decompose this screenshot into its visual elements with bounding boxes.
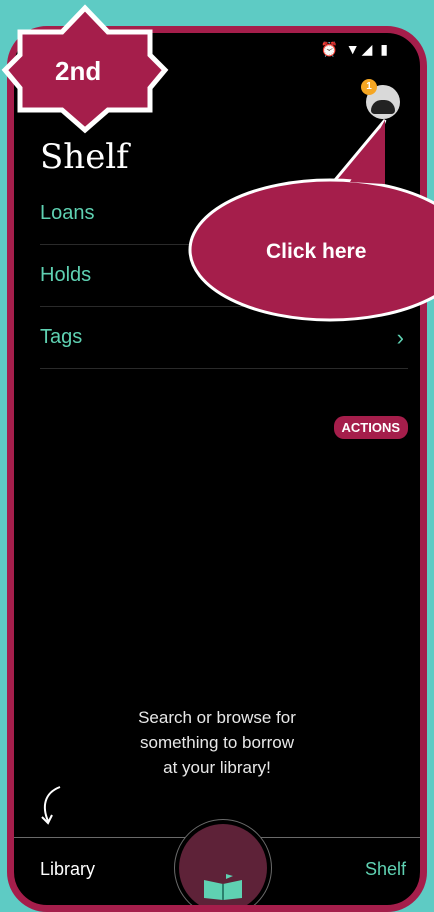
callout-text: Click here [266,240,367,263]
curved-arrow-icon [41,786,61,825]
page-title: Shelf [40,137,129,177]
menu-item-label: Holds [40,264,92,286]
empty-state-message: Search or browse for something to borrow… [14,705,420,780]
menu-item-label: Loans [40,202,95,224]
step-badge-label: 2nd [55,56,102,86]
center-nav-button[interactable] [174,819,272,905]
nav-library[interactable]: Library [40,859,95,880]
open-book-icon [204,874,242,900]
notification-badge: 1 [361,79,377,95]
actions-button[interactable]: ACTIONS [333,416,408,439]
menu-item-label: Tags [40,326,83,348]
status-bar: ⏰ ▼◢ ▮ [320,41,390,57]
nav-shelf[interactable]: Shelf [365,859,406,880]
center-nav-circle [179,824,267,905]
callout-bubble [188,119,434,322]
empty-message-text: Search or browse for something to borrow… [138,708,296,777]
